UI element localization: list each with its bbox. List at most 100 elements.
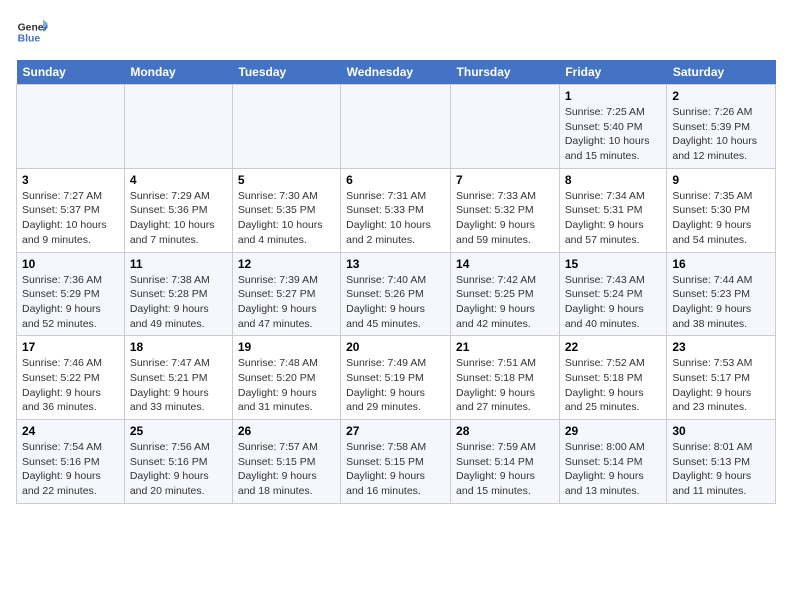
day-info: Sunrise: 7:46 AM Sunset: 5:22 PM Dayligh… bbox=[22, 356, 119, 415]
calendar-week-row: 3 Sunrise: 7:27 AM Sunset: 5:37 PM Daylig… bbox=[17, 168, 776, 252]
weekday-header-sunday: Sunday bbox=[17, 60, 125, 85]
day-info: Sunrise: 7:42 AM Sunset: 5:25 PM Dayligh… bbox=[456, 273, 554, 332]
calendar-cell: 12 Sunrise: 7:39 AM Sunset: 5:27 PM Dayli… bbox=[232, 252, 340, 336]
weekday-header-monday: Monday bbox=[124, 60, 232, 85]
day-number: 30 bbox=[672, 424, 770, 438]
day-number: 18 bbox=[130, 340, 227, 354]
day-number: 1 bbox=[565, 89, 662, 103]
calendar-cell bbox=[124, 85, 232, 169]
day-info: Sunrise: 7:58 AM Sunset: 5:15 PM Dayligh… bbox=[346, 440, 445, 499]
calendar-week-row: 24Sunrise: 7:54 AM Sunset: 5:16 PM Dayli… bbox=[17, 420, 776, 504]
weekday-header-tuesday: Tuesday bbox=[232, 60, 340, 85]
calendar-cell: 14 Sunrise: 7:42 AM Sunset: 5:25 PM Dayli… bbox=[451, 252, 560, 336]
day-number: 26 bbox=[238, 424, 335, 438]
calendar-cell bbox=[232, 85, 340, 169]
calendar-cell: 30 Sunrise: 8:01 AM Sunset: 5:13 PM Dayli… bbox=[667, 420, 776, 504]
day-info: Sunrise: 7:39 AM Sunset: 5:27 PM Dayligh… bbox=[238, 273, 335, 332]
page-header: General Blue bbox=[16, 16, 776, 48]
day-info: Sunrise: 7:52 AM Sunset: 5:18 PM Dayligh… bbox=[565, 356, 662, 415]
calendar-cell: 11 Sunrise: 7:38 AM Sunset: 5:28 PM Dayli… bbox=[124, 252, 232, 336]
day-info: Sunrise: 7:48 AM Sunset: 5:20 PM Dayligh… bbox=[238, 356, 335, 415]
calendar-cell: 6Sunrise: 7:31 AM Sunset: 5:33 PM Daylig… bbox=[341, 168, 451, 252]
day-info: Sunrise: 7:26 AM Sunset: 5:39 PM Dayligh… bbox=[672, 105, 770, 164]
calendar-cell: 15 Sunrise: 7:43 AM Sunset: 5:24 PM Dayli… bbox=[559, 252, 667, 336]
day-number: 9 bbox=[672, 173, 770, 187]
calendar-cell: 1Sunrise: 7:25 AM Sunset: 5:40 PM Daylig… bbox=[559, 85, 667, 169]
calendar-cell: 28 Sunrise: 7:59 AM Sunset: 5:14 PM Dayli… bbox=[451, 420, 560, 504]
day-info: Sunrise: 8:01 AM Sunset: 5:13 PM Dayligh… bbox=[672, 440, 770, 499]
day-info: Sunrise: 7:49 AM Sunset: 5:19 PM Dayligh… bbox=[346, 356, 445, 415]
calendar-cell: 20Sunrise: 7:49 AM Sunset: 5:19 PM Dayli… bbox=[341, 336, 451, 420]
calendar-cell: 2 Sunrise: 7:26 AM Sunset: 5:39 PM Daylig… bbox=[667, 85, 776, 169]
calendar-cell: 22 Sunrise: 7:52 AM Sunset: 5:18 PM Dayli… bbox=[559, 336, 667, 420]
day-info: Sunrise: 7:57 AM Sunset: 5:15 PM Dayligh… bbox=[238, 440, 335, 499]
calendar-cell bbox=[451, 85, 560, 169]
day-number: 28 bbox=[456, 424, 554, 438]
calendar-week-row: 10 Sunrise: 7:36 AM Sunset: 5:29 PM Dayli… bbox=[17, 252, 776, 336]
day-number: 14 bbox=[456, 257, 554, 271]
day-number: 25 bbox=[130, 424, 227, 438]
day-info: Sunrise: 7:51 AM Sunset: 5:18 PM Dayligh… bbox=[456, 356, 554, 415]
day-info: Sunrise: 7:35 AM Sunset: 5:30 PM Dayligh… bbox=[672, 189, 770, 248]
logo: General Blue bbox=[16, 16, 48, 48]
day-number: 15 bbox=[565, 257, 662, 271]
calendar-cell: 18 Sunrise: 7:47 AM Sunset: 5:21 PM Dayli… bbox=[124, 336, 232, 420]
day-info: Sunrise: 7:59 AM Sunset: 5:14 PM Dayligh… bbox=[456, 440, 554, 499]
day-number: 11 bbox=[130, 257, 227, 271]
weekday-header-saturday: Saturday bbox=[667, 60, 776, 85]
calendar-cell: 5 Sunrise: 7:30 AM Sunset: 5:35 PM Daylig… bbox=[232, 168, 340, 252]
day-info: Sunrise: 7:31 AM Sunset: 5:33 PM Dayligh… bbox=[346, 189, 445, 248]
calendar-cell: 9 Sunrise: 7:35 AM Sunset: 5:30 PM Daylig… bbox=[667, 168, 776, 252]
day-number: 16 bbox=[672, 257, 770, 271]
calendar-cell: 24Sunrise: 7:54 AM Sunset: 5:16 PM Dayli… bbox=[17, 420, 125, 504]
day-info: Sunrise: 7:43 AM Sunset: 5:24 PM Dayligh… bbox=[565, 273, 662, 332]
calendar-cell bbox=[17, 85, 125, 169]
day-number: 13 bbox=[346, 257, 445, 271]
day-number: 7 bbox=[456, 173, 554, 187]
calendar-cell: 7 Sunrise: 7:33 AM Sunset: 5:32 PM Daylig… bbox=[451, 168, 560, 252]
day-number: 24 bbox=[22, 424, 119, 438]
day-number: 5 bbox=[238, 173, 335, 187]
day-number: 22 bbox=[565, 340, 662, 354]
day-number: 12 bbox=[238, 257, 335, 271]
calendar-week-row: 17 Sunrise: 7:46 AM Sunset: 5:22 PM Dayli… bbox=[17, 336, 776, 420]
svg-text:Blue: Blue bbox=[18, 34, 41, 45]
day-number: 2 bbox=[672, 89, 770, 103]
day-number: 3 bbox=[22, 173, 119, 187]
calendar-cell: 13Sunrise: 7:40 AM Sunset: 5:26 PM Dayli… bbox=[341, 252, 451, 336]
calendar-cell bbox=[341, 85, 451, 169]
day-info: Sunrise: 7:44 AM Sunset: 5:23 PM Dayligh… bbox=[672, 273, 770, 332]
day-info: Sunrise: 7:27 AM Sunset: 5:37 PM Dayligh… bbox=[22, 189, 119, 248]
day-info: Sunrise: 7:38 AM Sunset: 5:28 PM Dayligh… bbox=[130, 273, 227, 332]
day-info: Sunrise: 7:29 AM Sunset: 5:36 PM Dayligh… bbox=[130, 189, 227, 248]
calendar-cell: 19 Sunrise: 7:48 AM Sunset: 5:20 PM Dayli… bbox=[232, 336, 340, 420]
day-number: 21 bbox=[456, 340, 554, 354]
day-info: Sunrise: 7:56 AM Sunset: 5:16 PM Dayligh… bbox=[130, 440, 227, 499]
calendar-cell: 25 Sunrise: 7:56 AM Sunset: 5:16 PM Dayli… bbox=[124, 420, 232, 504]
day-info: Sunrise: 7:53 AM Sunset: 5:17 PM Dayligh… bbox=[672, 356, 770, 415]
day-info: Sunrise: 7:47 AM Sunset: 5:21 PM Dayligh… bbox=[130, 356, 227, 415]
calendar-cell: 17 Sunrise: 7:46 AM Sunset: 5:22 PM Dayli… bbox=[17, 336, 125, 420]
day-info: Sunrise: 7:33 AM Sunset: 5:32 PM Dayligh… bbox=[456, 189, 554, 248]
calendar-cell: 23Sunrise: 7:53 AM Sunset: 5:17 PM Dayli… bbox=[667, 336, 776, 420]
calendar-cell: 21 Sunrise: 7:51 AM Sunset: 5:18 PM Dayli… bbox=[451, 336, 560, 420]
day-info: Sunrise: 7:30 AM Sunset: 5:35 PM Dayligh… bbox=[238, 189, 335, 248]
day-number: 4 bbox=[130, 173, 227, 187]
day-number: 17 bbox=[22, 340, 119, 354]
calendar-table: SundayMondayTuesdayWednesdayThursdayFrid… bbox=[16, 60, 776, 504]
calendar-cell: 29Sunrise: 8:00 AM Sunset: 5:14 PM Dayli… bbox=[559, 420, 667, 504]
day-number: 10 bbox=[22, 257, 119, 271]
weekday-header-wednesday: Wednesday bbox=[341, 60, 451, 85]
calendar-cell: 10 Sunrise: 7:36 AM Sunset: 5:29 PM Dayli… bbox=[17, 252, 125, 336]
day-number: 29 bbox=[565, 424, 662, 438]
day-number: 8 bbox=[565, 173, 662, 187]
calendar-week-row: 1Sunrise: 7:25 AM Sunset: 5:40 PM Daylig… bbox=[17, 85, 776, 169]
calendar-cell: 8Sunrise: 7:34 AM Sunset: 5:31 PM Daylig… bbox=[559, 168, 667, 252]
day-info: Sunrise: 7:36 AM Sunset: 5:29 PM Dayligh… bbox=[22, 273, 119, 332]
logo-icon: General Blue bbox=[16, 16, 48, 48]
weekday-header-friday: Friday bbox=[559, 60, 667, 85]
day-number: 19 bbox=[238, 340, 335, 354]
weekday-header-thursday: Thursday bbox=[451, 60, 560, 85]
weekday-header-row: SundayMondayTuesdayWednesdayThursdayFrid… bbox=[17, 60, 776, 85]
calendar-cell: 3 Sunrise: 7:27 AM Sunset: 5:37 PM Daylig… bbox=[17, 168, 125, 252]
